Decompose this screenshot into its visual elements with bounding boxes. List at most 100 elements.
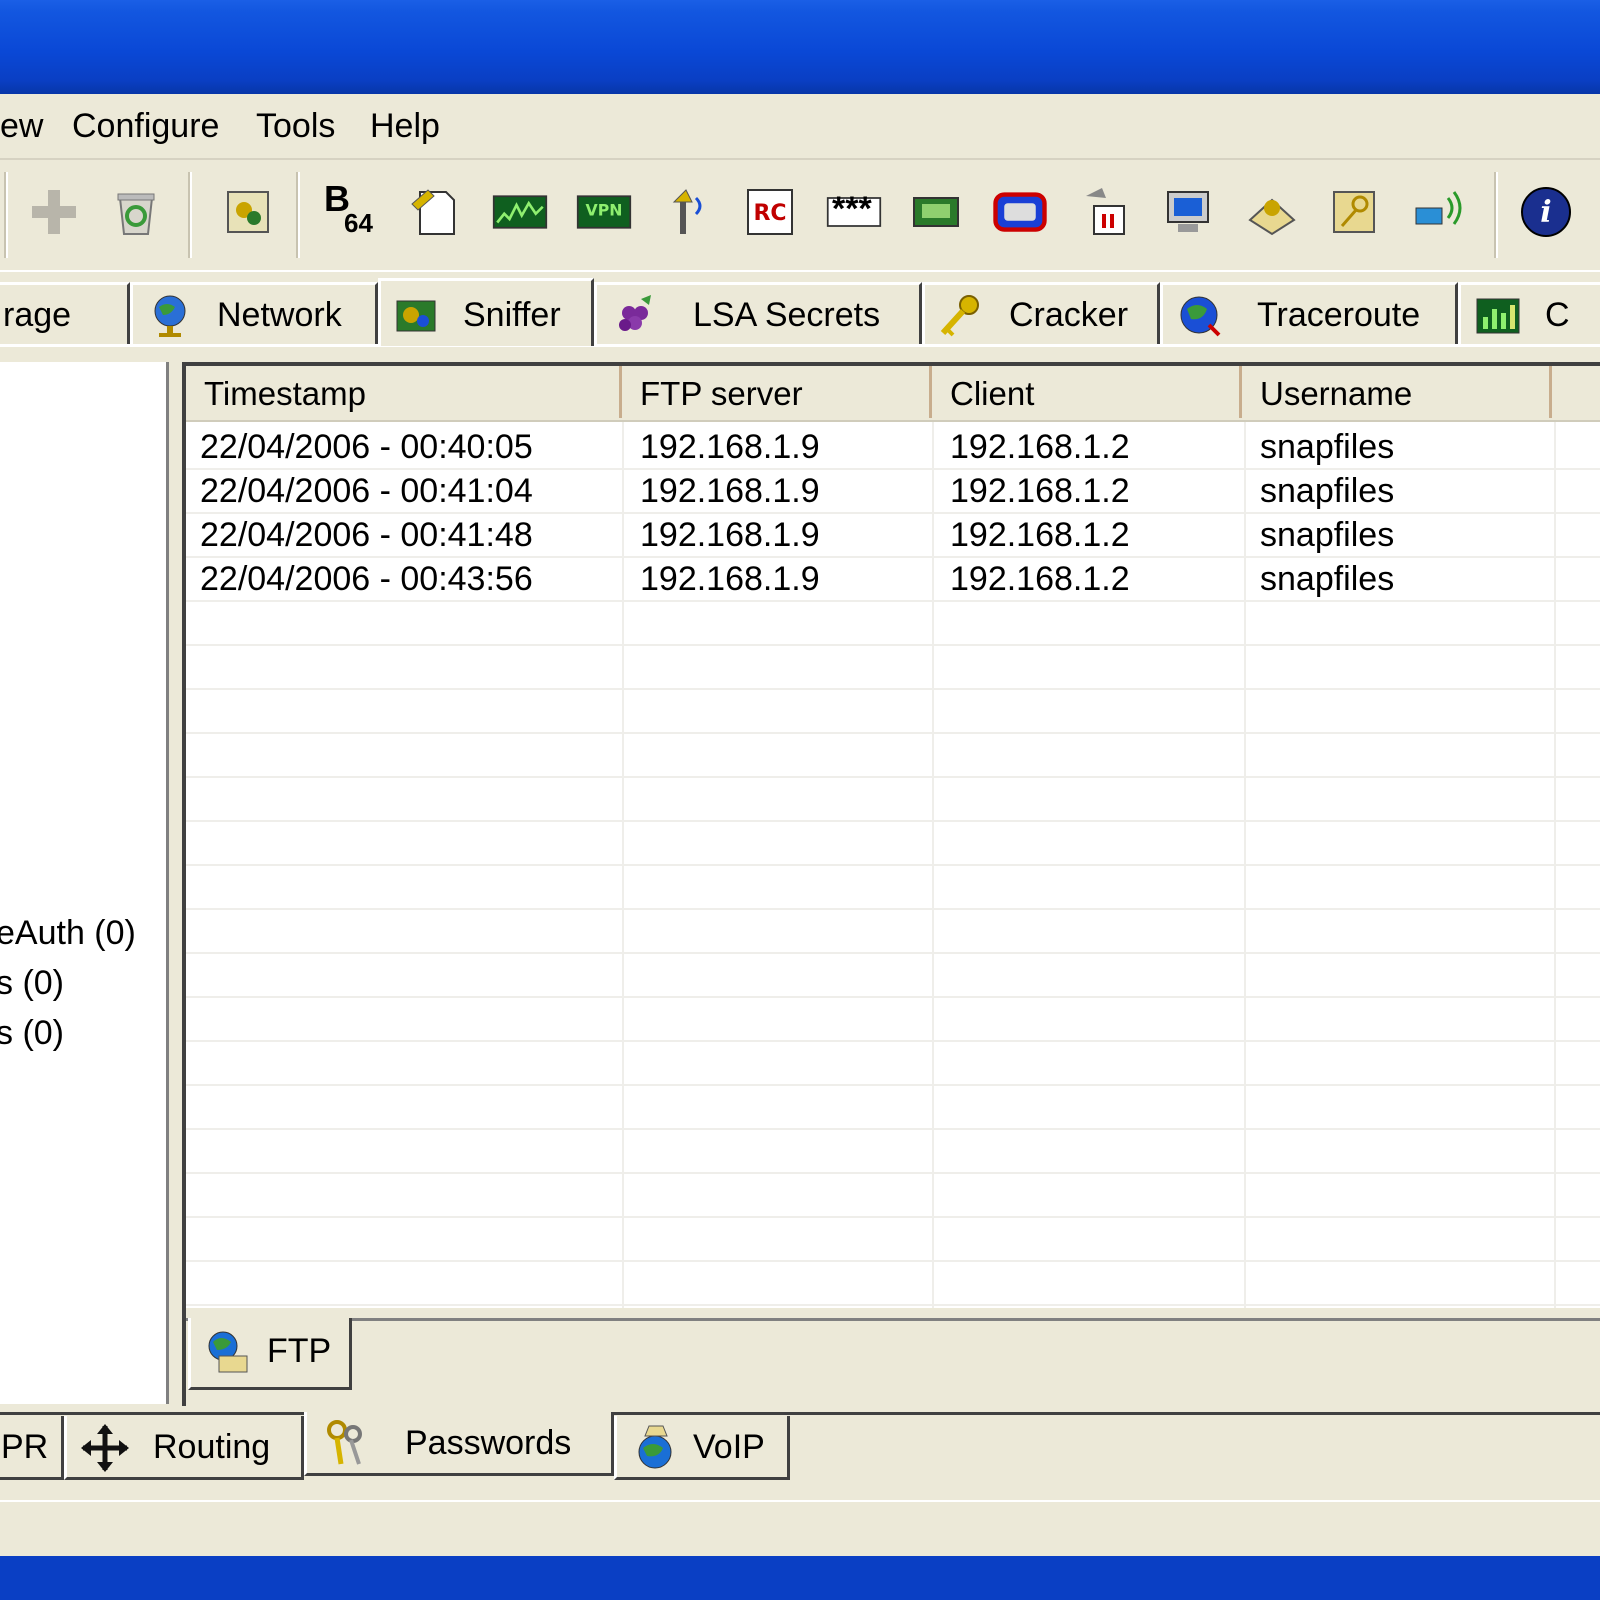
tab-label: C xyxy=(1545,296,1570,334)
table-cell: 192.168.1.2 xyxy=(950,516,1130,554)
tab-label: FTP xyxy=(267,1332,332,1370)
column-header-client[interactable]: Client xyxy=(932,366,1242,418)
tab-label: LSA Secrets xyxy=(693,296,881,334)
top-tab-strip: rage Network Sniffer LSA Secrets Cracker… xyxy=(0,278,1600,346)
table-row xyxy=(186,1172,1600,1218)
tab-network[interactable]: Network xyxy=(130,282,378,344)
table-row[interactable]: 22/04/2006 - 00:41:04 192.168.1.9 192.168.… xyxy=(186,468,1600,514)
toolbar-separator xyxy=(4,172,8,258)
sniffer-tree-panel: eAuth (0) s (0) s (0) xyxy=(0,362,169,1404)
table-row xyxy=(186,1128,1600,1174)
network-card-icon[interactable] xyxy=(218,182,278,242)
table-row xyxy=(186,1216,1600,1262)
tab-label: Sniffer xyxy=(463,296,561,334)
tab-label: PR xyxy=(1,1428,49,1466)
tab-cracker[interactable]: Cracker xyxy=(922,282,1160,344)
tab-label: Routing xyxy=(153,1428,271,1466)
key-card-icon[interactable] xyxy=(1324,182,1384,242)
status-bar xyxy=(0,1500,1600,1554)
keyboard-icon[interactable] xyxy=(1242,182,1302,242)
table-cell: snapfiles xyxy=(1260,472,1395,510)
base64-icon[interactable]: B 64 xyxy=(322,178,382,242)
globe-trace-icon xyxy=(1180,296,1221,337)
keys-icon xyxy=(327,1420,362,1465)
table-row[interactable]: 22/04/2006 - 00:41:48 192.168.1.9 192.168.… xyxy=(186,512,1600,558)
routing-table-icon[interactable] xyxy=(988,182,1052,242)
table-row xyxy=(186,688,1600,734)
password-dots-icon[interactable]: *** xyxy=(822,182,886,242)
table-row xyxy=(186,1084,1600,1130)
tab-label: Passwords xyxy=(405,1424,572,1462)
table-row xyxy=(186,1260,1600,1306)
add-icon[interactable] xyxy=(24,182,84,242)
column-header-timestamp[interactable]: Timestamp xyxy=(186,366,622,418)
recycle-icon[interactable] xyxy=(106,182,166,242)
ftp-icon xyxy=(208,1331,248,1373)
scanner-icon[interactable] xyxy=(906,182,966,242)
toolbar-separator xyxy=(1494,172,1498,258)
password-stars: *** xyxy=(832,190,872,228)
tab-routing[interactable]: Routing xyxy=(64,1416,304,1480)
toolbar-separator xyxy=(296,172,300,258)
info-icon[interactable]: i xyxy=(1516,182,1576,242)
tab-strip-border xyxy=(186,1318,1600,1321)
tab-label: VoIP xyxy=(693,1428,765,1466)
wireless-network-icon[interactable] xyxy=(1408,182,1468,242)
tab-passwords[interactable]: Passwords xyxy=(304,1412,614,1476)
column-header-next[interactable] xyxy=(1552,366,1600,418)
table-row xyxy=(186,776,1600,822)
table-cell: 192.168.1.2 xyxy=(950,472,1130,510)
menu-view[interactable]: ew xyxy=(0,102,43,150)
tab-apr[interactable]: PR xyxy=(0,1416,64,1480)
menu-configure[interactable]: Configure xyxy=(72,102,219,150)
menu-tools[interactable]: Tools xyxy=(256,102,335,150)
rsa-icon[interactable]: RC xyxy=(740,182,800,242)
tab-label: Cracker xyxy=(1009,296,1129,334)
tab-label: Network xyxy=(217,296,342,334)
table-cell: snapfiles xyxy=(1260,516,1395,554)
move-arrows-icon xyxy=(81,1424,129,1472)
computer-icon[interactable] xyxy=(1158,182,1218,242)
svg-text:RC: RC xyxy=(753,201,786,226)
svg-text:VPN: VPN xyxy=(586,201,623,220)
table-row xyxy=(186,732,1600,778)
window-titlebar xyxy=(0,0,1600,94)
sniffer-graph-icon[interactable] xyxy=(488,182,552,242)
tab-label: Traceroute xyxy=(1257,296,1421,334)
tools-icon[interactable] xyxy=(1076,182,1136,242)
table-cell: snapfiles xyxy=(1260,560,1395,598)
wireless-icon[interactable] xyxy=(656,182,716,242)
tree-item[interactable]: eAuth (0) xyxy=(0,914,136,953)
menu-help[interactable]: Help xyxy=(370,102,440,150)
toolbar-separator xyxy=(188,172,192,258)
tab-storage[interactable]: rage xyxy=(0,282,130,344)
hash-calculator-icon[interactable] xyxy=(404,182,464,242)
column-header-ftp-server[interactable]: FTP server xyxy=(622,366,932,418)
protocol-tab-strip: FTP xyxy=(182,1308,1600,1406)
chart-icon xyxy=(1476,298,1520,334)
vpn-icon[interactable]: VPN xyxy=(572,182,636,242)
tab-voip[interactable]: VoIP xyxy=(614,1416,790,1480)
table-cell: 22/04/2006 - 00:40:05 xyxy=(200,428,533,466)
table-row xyxy=(186,996,1600,1042)
menu-bar: ew Configure Tools Help xyxy=(0,94,1600,160)
table-row xyxy=(186,864,1600,910)
table-row xyxy=(186,820,1600,866)
sniffer-icon xyxy=(396,300,436,332)
tree-item[interactable]: s (0) xyxy=(0,1014,64,1053)
table-row[interactable]: 22/04/2006 - 00:43:56 192.168.1.9 192.168.… xyxy=(186,556,1600,602)
tab-c[interactable]: C xyxy=(1458,282,1600,344)
tab-lsa-secrets[interactable]: LSA Secrets xyxy=(594,282,922,344)
tab-ftp[interactable]: FTP xyxy=(188,1318,352,1390)
tab-traceroute[interactable]: Traceroute xyxy=(1160,282,1458,344)
voip-icon xyxy=(638,1425,672,1469)
tab-sniffer[interactable]: Sniffer xyxy=(378,278,594,346)
tree-item[interactable]: s (0) xyxy=(0,964,64,1003)
table-row xyxy=(186,644,1600,690)
table-cell: 192.168.1.9 xyxy=(640,560,820,598)
table-cell: 22/04/2006 - 00:43:56 xyxy=(200,560,533,598)
table-cell: 192.168.1.2 xyxy=(950,560,1130,598)
table-cell: 192.168.1.9 xyxy=(640,428,820,466)
column-header-username[interactable]: Username xyxy=(1242,366,1552,418)
table-row[interactable]: 22/04/2006 - 00:40:05 192.168.1.9 192.168.… xyxy=(186,424,1600,470)
